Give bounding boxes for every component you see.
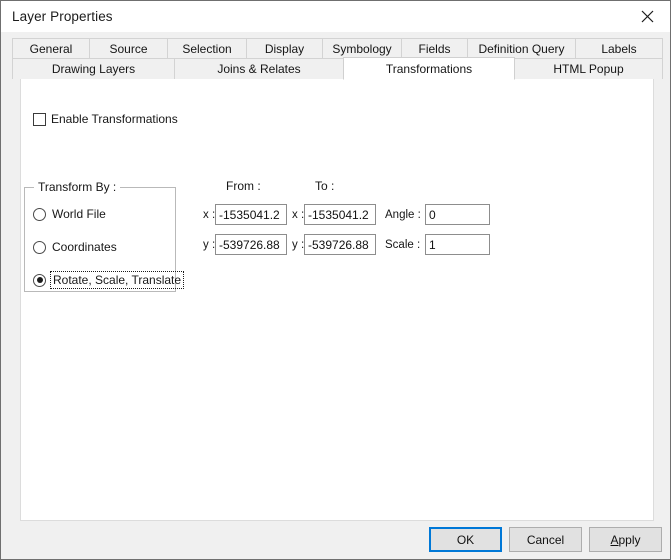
angle-label: Angle : — [385, 209, 421, 221]
tab-symbology[interactable]: Symbology — [322, 38, 402, 59]
scale-input[interactable]: 1 — [425, 234, 490, 255]
radio-coordinates-label: Coordinates — [52, 240, 117, 254]
radio-rotate-scale-translate[interactable]: Rotate, Scale, Translate — [33, 271, 185, 289]
tab-joins-relates[interactable]: Joins & Relates — [174, 58, 344, 79]
tab-transformations[interactable]: Transformations — [343, 57, 515, 80]
ok-button[interactable]: OK — [429, 527, 502, 552]
enable-transformations-checkbox[interactable]: Enable Transformations — [33, 112, 178, 126]
from-x-label: x : — [203, 209, 216, 221]
tab-fields[interactable]: Fields — [401, 38, 468, 59]
tab-source[interactable]: Source — [89, 38, 168, 59]
apply-rest-chars: pply — [618, 532, 641, 547]
angle-input[interactable]: 0 — [425, 204, 490, 225]
from-y-label: y : — [203, 239, 216, 251]
radio-world-file-label: World File — [52, 207, 106, 221]
radio-world-file-indicator[interactable] — [33, 207, 46, 221]
radio-world-file[interactable]: World File — [33, 207, 106, 221]
tab-drawing-layers[interactable]: Drawing Layers — [12, 58, 175, 79]
title-bar: Layer Properties — [1, 1, 670, 32]
to-y-input[interactable]: -539726.88 — [304, 234, 376, 255]
close-icon[interactable] — [625, 1, 670, 32]
layer-properties-dialog: Layer Properties General Source Selectio… — [0, 0, 671, 560]
cancel-button[interactable]: Cancel — [509, 527, 582, 552]
tab-html-popup[interactable]: HTML Popup — [514, 58, 663, 79]
to-x-label: x : — [292, 209, 305, 221]
dialog-button-bar: OK Cancel Apply — [1, 521, 670, 559]
to-y-label: y : — [292, 239, 305, 251]
tab-labels[interactable]: Labels — [575, 38, 663, 59]
radio-coordinates[interactable]: Coordinates — [33, 240, 117, 254]
window-title: Layer Properties — [12, 9, 113, 24]
scale-label: Scale : — [385, 239, 421, 251]
tab-strip: General Source Selection Display Symbolo… — [1, 32, 670, 80]
apply-accel-char: A — [610, 532, 619, 547]
radio-rotate-scale-translate-label: Rotate, Scale, Translate — [49, 271, 185, 289]
radio-coordinates-indicator[interactable] — [33, 240, 46, 254]
tab-selection[interactable]: Selection — [167, 38, 247, 59]
tab-row-secondary: Drawing Layers Joins & Relates Transform… — [12, 57, 663, 80]
from-x-input[interactable]: -1535041.2 — [215, 204, 287, 225]
from-column-header: From : — [226, 179, 261, 193]
checkbox-box[interactable] — [33, 112, 46, 126]
tab-definition-query[interactable]: Definition Query — [467, 38, 576, 59]
tab-general[interactable]: General — [12, 38, 90, 59]
transformations-panel: Enable Transformations Transform By : Wo… — [20, 79, 654, 521]
to-x-input[interactable]: -1535041.2 — [304, 204, 376, 225]
transform-by-legend: Transform By : — [34, 180, 121, 194]
tab-display[interactable]: Display — [246, 38, 323, 59]
enable-transformations-label: Enable Transformations — [51, 112, 178, 126]
radio-rotate-scale-translate-indicator[interactable] — [33, 273, 46, 287]
to-column-header: To : — [315, 179, 335, 193]
tab-row-primary: General Source Selection Display Symbolo… — [12, 38, 663, 59]
from-y-input[interactable]: -539726.88 — [215, 234, 287, 255]
transform-by-group: Transform By : World File Coordinates Ro… — [24, 180, 185, 292]
apply-button[interactable]: Apply — [589, 527, 662, 552]
